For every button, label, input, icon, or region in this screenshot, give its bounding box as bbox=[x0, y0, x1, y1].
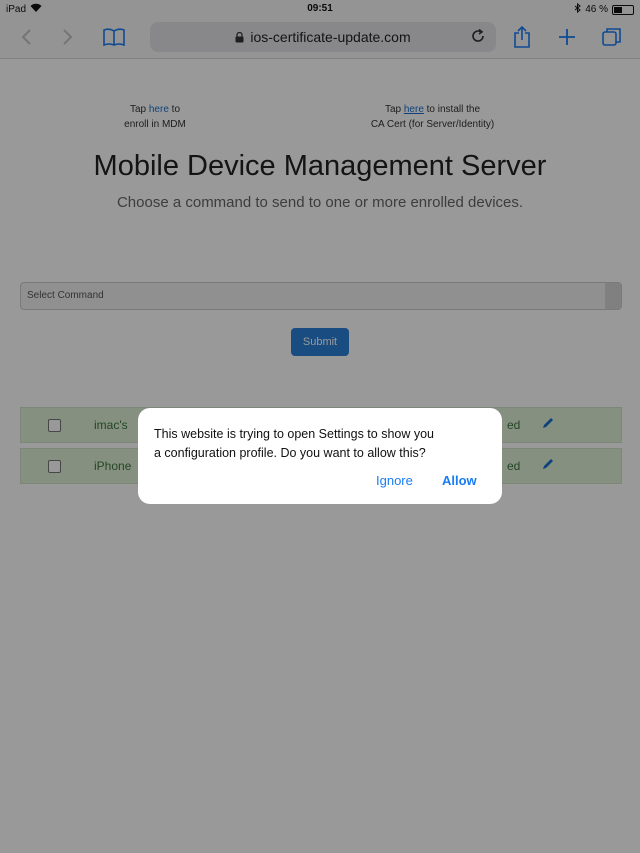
alert-message-line2: a configuration profile. Do you want to … bbox=[154, 446, 426, 460]
alert-message-line1: This website is trying to open Settings … bbox=[154, 427, 435, 441]
open-settings-alert: This website is trying to open Settings … bbox=[138, 408, 502, 504]
alert-message: This website is trying to open Settings … bbox=[154, 425, 494, 463]
allow-button[interactable]: Allow bbox=[442, 473, 477, 488]
ignore-button[interactable]: Ignore bbox=[376, 473, 413, 488]
